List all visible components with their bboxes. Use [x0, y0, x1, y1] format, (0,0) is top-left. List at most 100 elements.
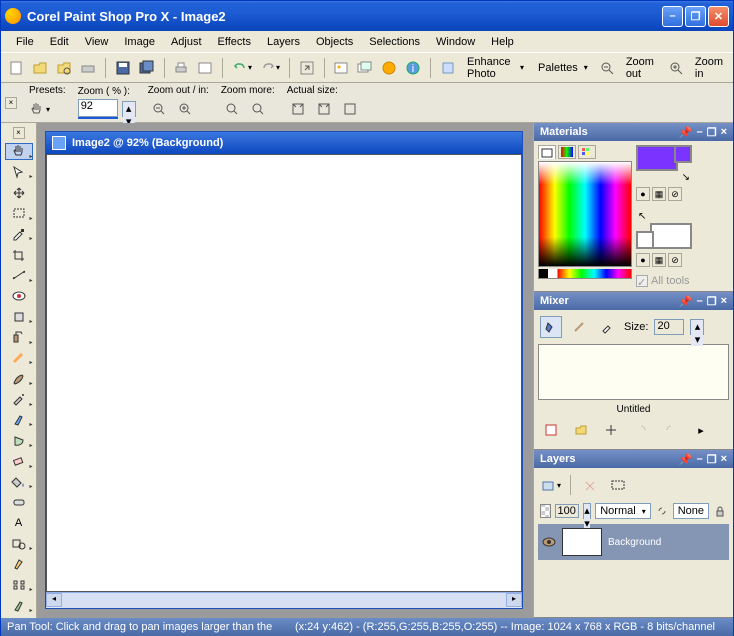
color-strip[interactable]: [538, 269, 632, 279]
menu-layers[interactable]: Layers: [260, 34, 307, 50]
open-button[interactable]: [31, 57, 49, 79]
mixer-size-input[interactable]: 20: [654, 319, 684, 335]
print-layout-button[interactable]: [196, 57, 214, 79]
layers-header[interactable]: Layers 📌 – ❐ ×: [534, 450, 733, 468]
horizontal-scrollbar[interactable]: ◂ ▸: [46, 592, 522, 608]
enhance-icon[interactable]: [439, 57, 457, 79]
bg-style-none-icon[interactable]: ⊘: [668, 253, 682, 267]
mixer-new-button[interactable]: [540, 419, 562, 441]
oil-brush-tool[interactable]: ▸: [5, 597, 33, 614]
menu-view[interactable]: View: [78, 34, 116, 50]
text-tool[interactable]: A: [5, 515, 33, 532]
mixer-unmix-button[interactable]: [630, 419, 652, 441]
opacity-input[interactable]: 100: [555, 504, 579, 518]
titlebar[interactable]: Corel Paint Shop Pro X - Image2 – ❐ ✕: [1, 1, 733, 31]
panel-max-icon[interactable]: ❐: [707, 453, 717, 466]
document-titlebar[interactable]: Image2 @ 92% (Background): [46, 132, 522, 154]
quick-review-button[interactable]: [356, 57, 374, 79]
panel-min-icon[interactable]: –: [697, 126, 703, 139]
zoom-slider[interactable]: [78, 117, 118, 119]
scratch-tool[interactable]: ▸: [5, 350, 33, 367]
opacity-spinner[interactable]: ▴▾: [583, 503, 591, 519]
picture-tube-tool[interactable]: [5, 494, 33, 511]
save-multi-button[interactable]: [138, 57, 156, 79]
mixer-open-button[interactable]: [570, 419, 592, 441]
mixer-tube-tool[interactable]: [540, 316, 562, 338]
flood-fill-tool[interactable]: ▸: [5, 474, 33, 491]
scroll-right-button[interactable]: ▸: [506, 593, 522, 607]
materials-header[interactable]: Materials 📌 – ❐ ×: [534, 123, 733, 141]
options-close-button[interactable]: ×: [5, 97, 17, 109]
panel-close-icon[interactable]: ×: [721, 453, 727, 466]
menu-file[interactable]: File: [9, 34, 41, 50]
bg-style-solid-icon[interactable]: ●: [636, 253, 650, 267]
scroll-left-button[interactable]: ◂: [46, 593, 62, 607]
clone-tool[interactable]: ▸: [5, 329, 33, 346]
swap-colors-icon[interactable]: ↘: [682, 172, 690, 183]
zoom-in-more-button[interactable]: [247, 98, 269, 120]
straighten-tool[interactable]: ▸: [5, 267, 33, 284]
maximize-button[interactable]: ❐: [685, 6, 706, 27]
edit-selection-button[interactable]: [607, 474, 629, 496]
shape-tool[interactable]: ▸: [5, 535, 33, 552]
redo-button[interactable]: ▾: [259, 57, 281, 79]
pick-tool[interactable]: ▸: [5, 164, 33, 181]
pan-tool[interactable]: ▸: [5, 143, 33, 160]
toolbox-close-button[interactable]: ×: [13, 127, 25, 139]
zoom-input[interactable]: 92: [78, 99, 118, 117]
panel-close-icon[interactable]: ×: [721, 295, 727, 308]
fit-window-button[interactable]: [287, 98, 309, 120]
foreground-mini-swatch[interactable]: [674, 145, 692, 163]
background-mini-swatch[interactable]: [636, 231, 654, 249]
photo-button[interactable]: [332, 57, 350, 79]
menu-objects[interactable]: Objects: [309, 34, 360, 50]
eraser-tool[interactable]: ▸: [5, 453, 33, 470]
mixer-size-spinner[interactable]: ▴▾: [690, 319, 704, 335]
zoom-out-more-button[interactable]: [221, 98, 243, 120]
palettes-button[interactable]: Palettes▾: [534, 62, 592, 74]
bg-style-texture-icon[interactable]: ▦: [652, 253, 666, 267]
launch-button[interactable]: [380, 57, 398, 79]
panel-max-icon[interactable]: ❐: [707, 126, 717, 139]
twain-button[interactable]: [79, 57, 97, 79]
zoom-out-step-button[interactable]: [148, 98, 170, 120]
crop-tool[interactable]: [5, 246, 33, 263]
frame-tab[interactable]: [538, 145, 556, 159]
actual-pixels-button[interactable]: [339, 98, 361, 120]
zoom-out-button[interactable]: Zoom out: [622, 56, 661, 80]
help-button[interactable]: i: [404, 57, 422, 79]
layer-thumbnail[interactable]: [562, 528, 602, 556]
smudge-tool[interactable]: ▸: [5, 432, 33, 449]
new-layer-button[interactable]: ▾: [540, 474, 562, 496]
visibility-icon[interactable]: [542, 537, 556, 547]
blend-mode-select[interactable]: Normal▾: [595, 503, 650, 519]
style-none-icon[interactable]: ⊘: [668, 187, 682, 201]
panel-max-icon[interactable]: ❐: [707, 295, 717, 308]
minimize-button[interactable]: –: [662, 6, 683, 27]
menu-image[interactable]: Image: [117, 34, 162, 50]
panel-min-icon[interactable]: –: [697, 453, 703, 466]
swatches-tab[interactable]: [578, 145, 596, 159]
mixer-pan-button[interactable]: [600, 419, 622, 441]
zoom-in-icon[interactable]: [667, 57, 685, 79]
zoom-in-button[interactable]: Zoom in: [691, 56, 727, 80]
panel-min-icon[interactable]: –: [697, 295, 703, 308]
print-button[interactable]: [172, 57, 190, 79]
fit-image-button[interactable]: [313, 98, 335, 120]
enhance-photo-button[interactable]: Enhance Photo▾: [463, 56, 528, 80]
pen-tool[interactable]: [5, 556, 33, 573]
layer-lock-icon[interactable]: [713, 500, 727, 522]
menu-edit[interactable]: Edit: [43, 34, 76, 50]
close-button[interactable]: ✕: [708, 6, 729, 27]
redeye-tool[interactable]: [5, 288, 33, 305]
foreground-swatch[interactable]: [636, 145, 678, 171]
dropper-tool[interactable]: ▸: [5, 226, 33, 243]
menu-window[interactable]: Window: [429, 34, 482, 50]
zoom-in-step-button[interactable]: [174, 98, 196, 120]
panel-pin-icon[interactable]: 📌: [679, 295, 693, 308]
save-button[interactable]: [114, 57, 132, 79]
menu-adjust[interactable]: Adjust: [164, 34, 209, 50]
color-picker[interactable]: [538, 161, 632, 267]
lock-transparency-icon[interactable]: [540, 504, 551, 518]
mixer-remix-button[interactable]: [660, 419, 682, 441]
